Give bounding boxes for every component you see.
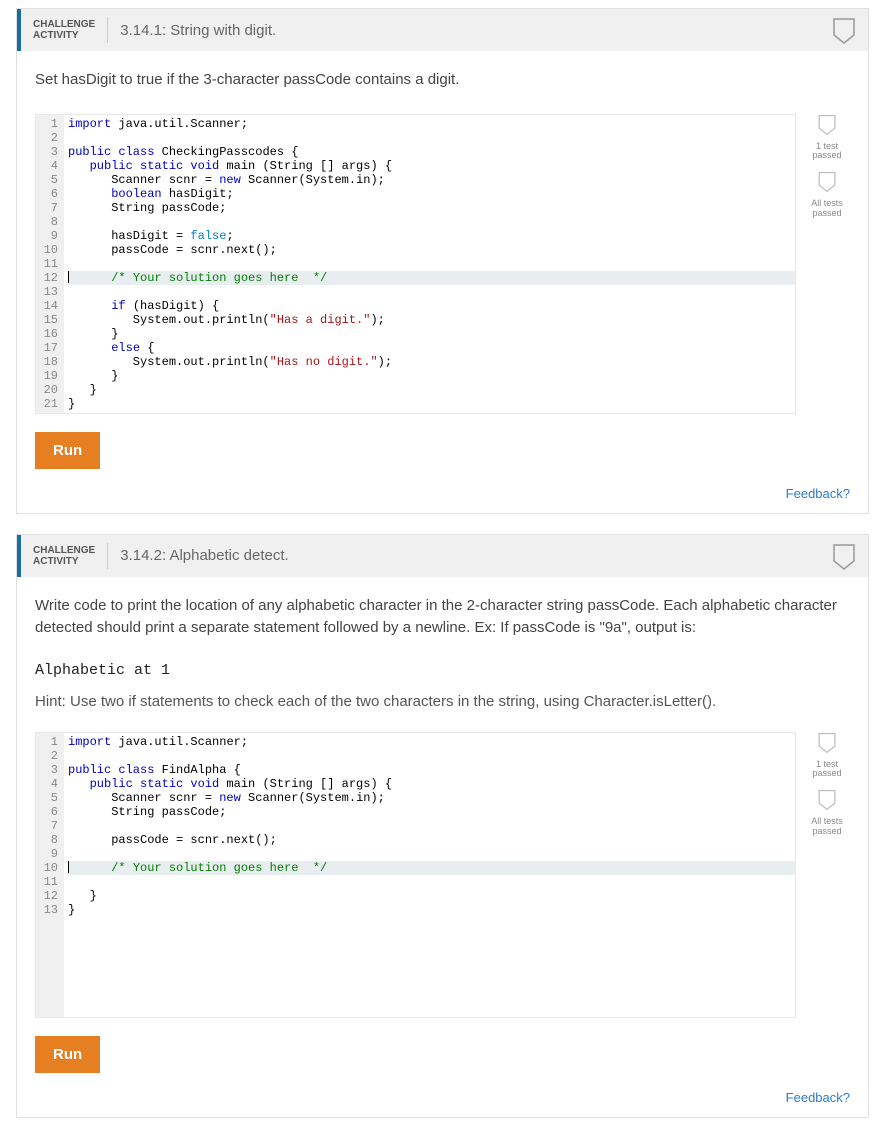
challenge-label: CHALLENGEACTIVITY — [21, 545, 107, 567]
shield-icon — [817, 171, 837, 193]
editor-wrap: 123456789101112131415161718192021import … — [35, 114, 850, 414]
code-editor[interactable]: 123456789101112131415161718192021import … — [35, 114, 796, 414]
code-line[interactable]: } — [68, 383, 795, 397]
divider — [107, 543, 108, 569]
code-line[interactable]: hasDigit = false; — [68, 229, 795, 243]
hint-text: Hint: Use two if statements to check eac… — [35, 693, 850, 710]
code-line[interactable]: } — [68, 327, 795, 341]
code-line[interactable] — [68, 819, 795, 833]
code-line[interactable]: public class CheckingPasscodes { — [68, 145, 795, 159]
shield-icon — [817, 114, 837, 136]
feedback-wrap: Feedback? — [35, 1089, 850, 1105]
feedback-link[interactable]: Feedback? — [786, 486, 850, 501]
code-line[interactable]: public static void main (String [] args)… — [68, 159, 795, 173]
code-line[interactable] — [68, 875, 795, 889]
challenge-title: 3.14.1: String with digit. — [120, 22, 276, 39]
code-line[interactable]: System.out.println("Has no digit."); — [68, 355, 795, 369]
code-line[interactable]: } — [68, 397, 795, 411]
code-line[interactable] — [68, 945, 795, 959]
badge-2-label: All testspassed — [811, 817, 843, 837]
badge-2-label: All testspassed — [811, 199, 843, 219]
badge-1-label: 1 testpassed — [812, 142, 841, 162]
code-line[interactable]: public class FindAlpha { — [68, 763, 795, 777]
example-output: Alphabetic at 1 — [35, 662, 850, 679]
shield-icon — [817, 732, 837, 754]
editor-wrap: 12345678910111213import java.util.Scanne… — [35, 732, 850, 1018]
code-line[interactable]: String passCode; — [68, 201, 795, 215]
code-line[interactable]: System.out.println("Has a digit."); — [68, 313, 795, 327]
feedback-link[interactable]: Feedback? — [786, 1090, 850, 1105]
code-area[interactable]: import java.util.Scanner; public class Fi… — [64, 733, 795, 1017]
code-line[interactable] — [68, 257, 795, 271]
code-line[interactable]: } — [68, 369, 795, 383]
line-gutter: 123456789101112131415161718192021 — [36, 115, 64, 413]
code-line[interactable] — [68, 1001, 795, 1015]
prompt-text: Write code to print the location of any … — [35, 595, 850, 640]
code-line[interactable]: /* Your solution goes here */ — [68, 271, 795, 285]
test-badges: 1 testpassed All testspassed — [804, 732, 850, 1018]
code-line[interactable]: public static void main (String [] args)… — [68, 777, 795, 791]
shield-icon — [832, 17, 856, 45]
line-gutter: 12345678910111213 — [36, 733, 64, 1017]
code-line[interactable] — [68, 931, 795, 945]
code-line[interactable]: } — [68, 903, 795, 917]
code-line[interactable] — [68, 987, 795, 1001]
feedback-wrap: Feedback? — [35, 485, 850, 501]
code-line[interactable] — [68, 847, 795, 861]
challenge-header: CHALLENGEACTIVITY 3.14.1: String with dig… — [17, 9, 868, 51]
shield-icon — [817, 789, 837, 811]
run-button[interactable]: Run — [35, 432, 100, 469]
code-line[interactable]: import java.util.Scanner; — [68, 117, 795, 131]
challenge-1: CHALLENGEACTIVITY 3.14.1: String with dig… — [16, 8, 869, 514]
shield-icon — [832, 543, 856, 571]
code-line[interactable]: /* Your solution goes here */ — [68, 861, 795, 875]
code-line[interactable] — [68, 973, 795, 987]
code-line[interactable]: if (hasDigit) { — [68, 299, 795, 313]
challenge-body: Set hasDigit to true if the 3-character … — [17, 51, 868, 513]
code-line[interactable]: else { — [68, 341, 795, 355]
challenge-header: CHALLENGEACTIVITY 3.14.2: Alphabetic dete… — [17, 535, 868, 577]
header-shield-icon — [832, 17, 856, 48]
code-line[interactable]: boolean hasDigit; — [68, 187, 795, 201]
code-line[interactable] — [68, 749, 795, 763]
code-editor[interactable]: 12345678910111213import java.util.Scanne… — [35, 732, 796, 1018]
challenge-title: 3.14.2: Alphabetic detect. — [120, 547, 288, 564]
code-area[interactable]: import java.util.Scanner; public class Ch… — [64, 115, 795, 413]
code-line[interactable]: Scanner scnr = new Scanner(System.in); — [68, 173, 795, 187]
test-badges: 1 testpassed All testspassed — [804, 114, 850, 414]
challenge-label: CHALLENGEACTIVITY — [21, 19, 107, 41]
challenge-2: CHALLENGEACTIVITY 3.14.2: Alphabetic dete… — [16, 534, 869, 1118]
prompt-text: Set hasDigit to true if the 3-character … — [35, 69, 850, 92]
code-line[interactable]: import java.util.Scanner; — [68, 735, 795, 749]
code-line[interactable]: passCode = scnr.next(); — [68, 833, 795, 847]
code-line[interactable]: String passCode; — [68, 805, 795, 819]
code-line[interactable]: } — [68, 889, 795, 903]
code-line[interactable] — [68, 959, 795, 973]
code-line[interactable] — [68, 285, 795, 299]
code-line[interactable]: Scanner scnr = new Scanner(System.in); — [68, 791, 795, 805]
divider — [107, 17, 108, 43]
challenge-body: Write code to print the location of any … — [17, 577, 868, 1117]
code-line[interactable] — [68, 917, 795, 931]
code-line[interactable] — [68, 215, 795, 229]
header-shield-icon — [832, 543, 856, 574]
code-line[interactable]: passCode = scnr.next(); — [68, 243, 795, 257]
run-button[interactable]: Run — [35, 1036, 100, 1073]
badge-1-label: 1 testpassed — [812, 760, 841, 780]
code-line[interactable] — [68, 131, 795, 145]
